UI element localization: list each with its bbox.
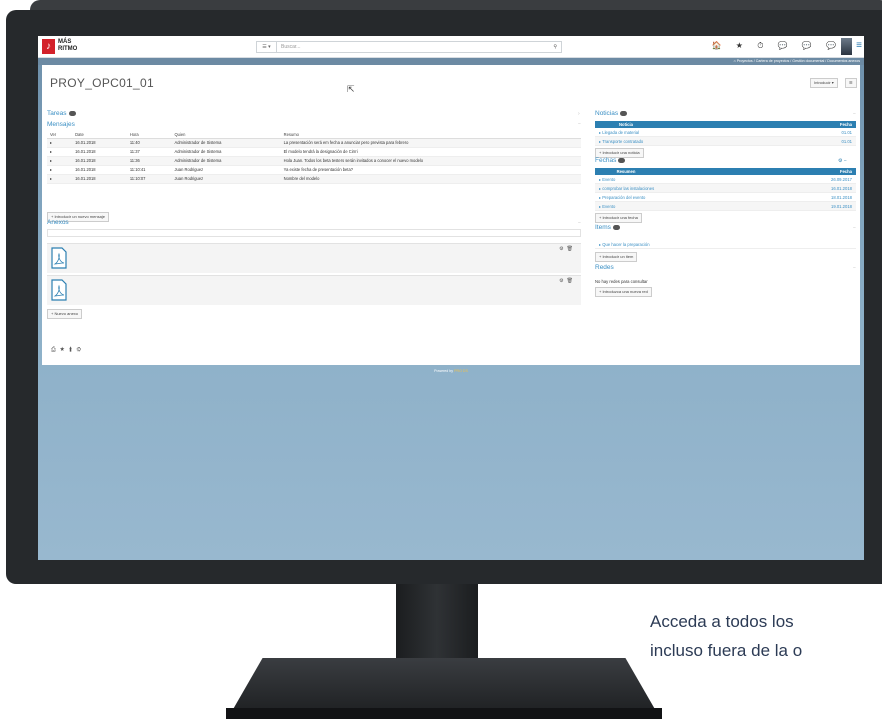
attachment-actions[interactable]: ⚙🗑 — [559, 246, 576, 252]
list-item[interactable]: ▸ comprobar las instalaciones 16.01.2018 — [595, 184, 856, 193]
mouse-cursor-icon: ⇱ — [347, 84, 355, 94]
page-action-icons[interactable]: ⎙★⬆⚙ — [51, 347, 85, 354]
collapse-icon[interactable]: − — [853, 265, 856, 271]
monitor-screen: ♪ MÁS RITMO ☰ ▾ Buscar... ⚲ 🏠 ★ ⏱ 💬 💬 💬 ≡… — [38, 36, 864, 560]
attachment-actions[interactable]: ⚙🗑 — [559, 278, 576, 284]
items-header[interactable]: Items — [595, 224, 620, 231]
add-network-button[interactable]: + Introduzca una nueva red — [595, 287, 652, 297]
mensajes-header[interactable]: Mensajes — [47, 121, 75, 128]
logo-icon[interactable]: ♪ — [42, 39, 55, 54]
attachment-item[interactable]: ⚙🗑 — [47, 275, 581, 305]
col-resumo[interactable]: Resumo — [280, 131, 581, 139]
table-row[interactable]: ▸ 16.01.2018 11:37 Administrador de Sistema… — [47, 147, 581, 157]
expand-icon[interactable]: ▸ — [47, 156, 73, 166]
settings-icon[interactable]: ⚙ − — [838, 158, 847, 164]
col-ver[interactable]: Ver — [47, 131, 73, 139]
messages-table: Ver Date Hora Quien Resumo ▸ 16.01.2018 11… — [47, 131, 581, 184]
add-date-button[interactable]: + Introducir una fecha — [595, 213, 642, 223]
add-item-button[interactable]: + Introducir un item — [595, 252, 638, 262]
list-item[interactable]: ▸ Transporte contratado 01.01 — [595, 137, 856, 146]
collapse-icon[interactable]: − — [853, 225, 856, 231]
add-attachment-button[interactable]: + Nuevo anexo — [47, 309, 83, 319]
caption-line-2: incluso fuera de la o — [650, 641, 803, 660]
pdf-file-icon[interactable] — [51, 279, 67, 301]
collapse-icon[interactable]: − — [578, 121, 581, 127]
footer: Powered by PRO DS — [434, 369, 468, 373]
col-hora[interactable]: Hora — [126, 131, 172, 139]
search-icon[interactable]: ⚲ — [553, 42, 557, 52]
menu-icon[interactable]: ≡ — [856, 40, 862, 51]
table-row[interactable]: ▸ 16.01.2018 11:10:07 Juan Rodriguez Nombre … — [47, 174, 581, 184]
noticias-table: Noticia Fecha ▸ Llegada de material 01.01 … — [595, 121, 856, 146]
expand-icon[interactable]: ▸ — [47, 147, 73, 157]
caption-line-1: Acceda a todos los — [650, 612, 794, 631]
search-input[interactable]: Buscar... — [281, 42, 300, 52]
list-item[interactable]: ▸ Llegada de material 01.01 — [595, 128, 856, 137]
footer-brand-link[interactable]: PRO DS — [454, 369, 468, 373]
attachment-item[interactable]: ⚙🗑 — [47, 243, 581, 273]
empty-message: No hay redes para consultar — [595, 279, 648, 284]
expand-icon[interactable]: ▸ — [47, 174, 73, 184]
logo-text[interactable]: MÁS RITMO — [58, 39, 77, 53]
redes-header[interactable]: Redes — [595, 264, 614, 271]
collapse-icon[interactable]: − — [578, 220, 581, 226]
list-item[interactable]: ▸ Que hacer la preparación — [595, 240, 856, 249]
promo-caption: Acceda a todos los incluso fuera de la o — [650, 607, 802, 665]
search-bar: ☰ ▾ Buscar... ⚲ — [256, 41, 562, 53]
monitor-base-edge — [226, 708, 662, 719]
introduce-dropdown-button[interactable]: Introducir ▾ — [810, 78, 838, 88]
expand-icon[interactable]: ▸ — [47, 165, 73, 175]
avatar[interactable] — [841, 38, 852, 55]
monitor-neck — [396, 584, 478, 662]
table-row[interactable]: ▸ 16.01.2018 11:10:41 Juan Rodriguez Ya exis… — [47, 165, 581, 175]
list-item[interactable]: ▸ Evento 26.09.2017 — [595, 175, 856, 184]
anexos-header[interactable]: Anexos — [47, 219, 69, 226]
items-list: ▸ Que hacer la preparación — [595, 240, 856, 249]
expand-icon[interactable]: ▸ — [47, 138, 73, 148]
col-date[interactable]: Date — [72, 131, 127, 139]
collapse-icon[interactable]: − — [853, 111, 856, 117]
list-view-button[interactable]: ☰ — [845, 78, 857, 88]
info-icon — [618, 157, 626, 163]
table-row[interactable]: ▸ 16.01.2018 11:36 Administrador de Sistema… — [47, 156, 581, 166]
list-item[interactable]: ▸ Preparación del evento 18.01.2018 — [595, 193, 856, 202]
breadcrumb[interactable]: ⌂ Proyectos / Cartera de proyectos / Ges… — [38, 58, 864, 65]
fechas-header[interactable]: Fechas — [595, 157, 626, 164]
fechas-table: Resumen Fecha ▸ Evento 26.09.2017 ▸ compro… — [595, 168, 856, 211]
pdf-file-icon[interactable] — [51, 247, 67, 269]
noticias-header[interactable]: Noticias — [595, 110, 628, 117]
page-title: PROY_OPC01_01 — [50, 76, 154, 90]
table-row[interactable]: ▸ 16.01.2018 11:40 Administrador de Sistema… — [47, 138, 581, 148]
info-icon — [612, 224, 620, 230]
anexos-filter[interactable] — [47, 229, 581, 237]
info-icon — [68, 110, 76, 116]
stage: ♪ MÁS RITMO ☰ ▾ Buscar... ⚲ 🏠 ★ ⏱ 💬 💬 💬 ≡… — [0, 0, 882, 719]
info-icon — [620, 110, 628, 116]
main-panel: PROY_OPC01_01 ⇱ Introducir ▾ ☰ Tareas › … — [42, 65, 860, 365]
top-navbar: ♪ MÁS RITMO ☰ ▾ Buscar... ⚲ 🏠 ★ ⏱ 💬 💬 💬 ≡ — [38, 36, 864, 58]
toolbar-icons[interactable]: 🏠 ★ ⏱ 💬 💬 💬 — [712, 41, 842, 51]
search-scope-select[interactable]: ☰ ▾ — [257, 42, 277, 52]
col-quien[interactable]: Quien — [171, 131, 281, 139]
tareas-header[interactable]: Tareas — [47, 110, 76, 117]
chevron-right-icon[interactable]: › — [578, 111, 580, 117]
list-item[interactable]: ▸ Evento 19.01.2018 — [595, 202, 856, 211]
